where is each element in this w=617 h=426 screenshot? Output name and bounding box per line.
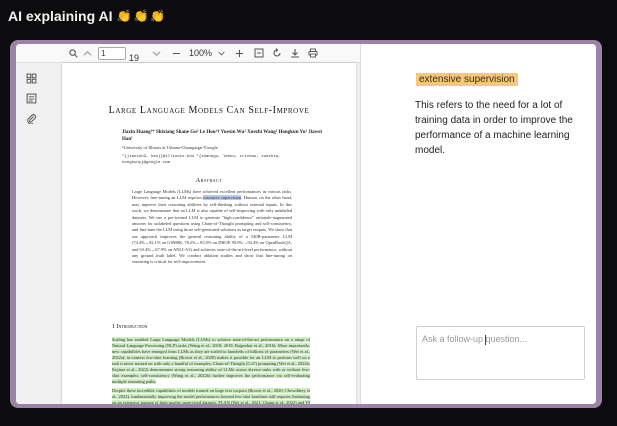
chevron-down-icon[interactable] [149,46,163,60]
paperclip-icon[interactable] [25,112,37,124]
pdf-viewer: 1 19 100% Large Language Models Can Self… [16,44,361,404]
paper-emails: ¹{jiaxinh3, hanj}@illinois.edu ²{shanegu… [122,155,281,165]
zoom-level[interactable]: 100% [189,48,212,58]
app-title-bar: AI explaining AI 👏👏👏 [8,6,167,26]
paper-authors: Jiaxin Huang¹* Shixiang Shane Gu² Le Hou… [122,130,322,142]
followup-input[interactable] [422,334,572,344]
zoom-dropdown-icon[interactable] [214,46,228,60]
paper-affiliation: ¹University of Illinois at Urbana-Champa… [122,145,218,150]
app-content: 1 19 100% Large Language Models Can Self… [16,44,596,404]
explanation-text: This refers to the need for a lot of tra… [415,100,573,156]
pdf-toolbar: 1 19 100% [16,44,360,63]
explanation-pane: extensive supervision This refers to the… [361,44,596,404]
search-icon[interactable] [66,46,80,60]
followup-box[interactable] [416,326,585,380]
page-number-input[interactable]: 1 [98,46,126,60]
abstract-text: Large Language Models (LLMs) have achiev… [132,189,292,266]
pdf-sidebar [16,63,46,404]
chevron-up-icon[interactable] [80,46,94,60]
app-title: AI explaining AI [8,8,113,24]
rotate-icon[interactable] [270,46,284,60]
abstract-highlighted-term[interactable]: extensive supervision [203,195,242,201]
intro-paragraph-1: Scaling has enabled Large Language Model… [112,337,310,385]
page-total: 19 [129,53,140,63]
text-cursor-icon [485,335,488,345]
app-frame: 1 19 100% Large Language Models Can Self… [10,40,602,408]
intro-paragraph-2-text: Despite these incredible capabilities of… [112,388,310,404]
fit-page-icon[interactable] [252,46,266,60]
section-heading: 1 Introduction [112,324,148,330]
abstract-text-after: . Human, on the other hand, may improve … [132,195,292,265]
clap-emojis: 👏👏👏 [116,9,168,23]
print-icon[interactable] [306,46,320,60]
paper-title: Large Language Models Can Self-Improve [108,105,310,116]
pdf-page: Large Language Models Can Self-Improve J… [62,63,356,404]
download-icon[interactable] [288,46,302,60]
intro-paragraph-1-text: Scaling has enabled Large Language Model… [112,337,310,384]
plus-icon[interactable] [232,46,246,60]
explained-term: extensive supervision [416,73,518,86]
intro-paragraph-2: Despite these incredible capabilities of… [112,388,310,404]
outline-icon[interactable] [25,92,37,104]
abstract-heading: Abstract [195,178,223,184]
minus-icon[interactable] [169,46,183,60]
thumbnails-icon[interactable] [25,72,37,84]
